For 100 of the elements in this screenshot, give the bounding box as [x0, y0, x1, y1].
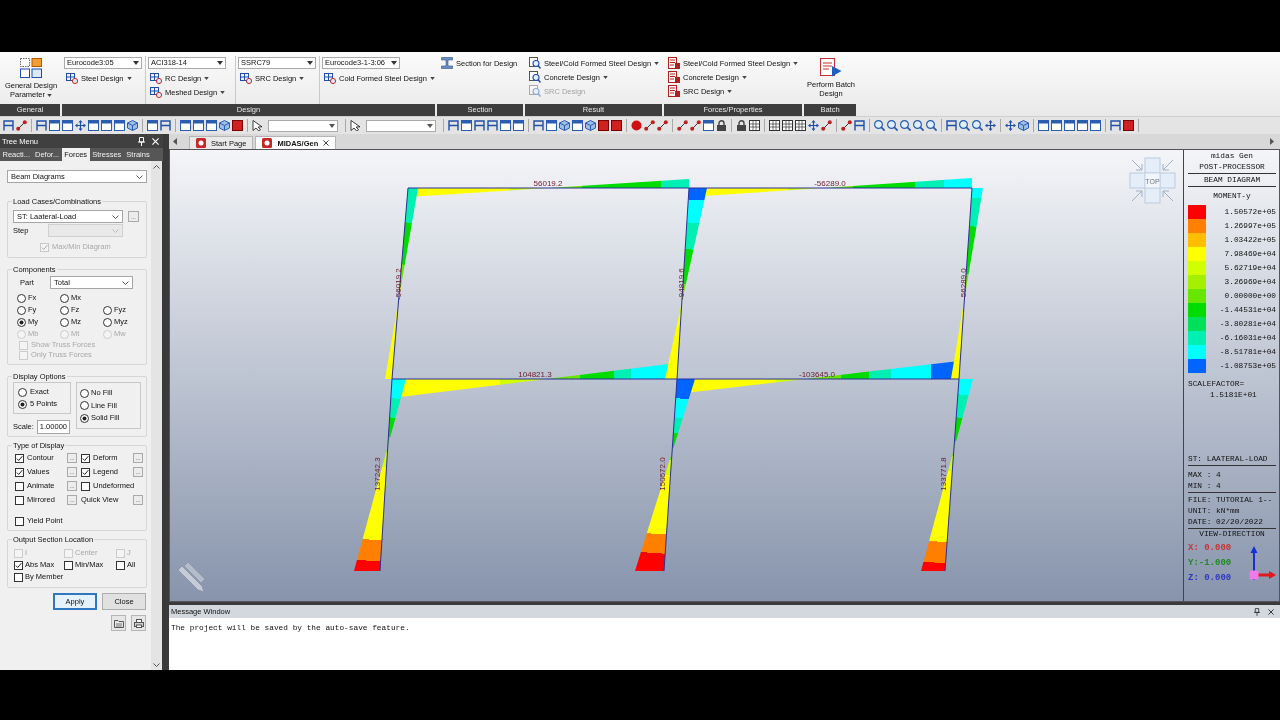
- arrow-down-icon[interactable]: [153, 663, 160, 667]
- cube-icon[interactable]: [127, 120, 138, 131]
- window-icon[interactable]: [1064, 120, 1075, 131]
- zoom-icon[interactable]: [926, 120, 937, 131]
- radio-button[interactable]: [17, 317, 26, 327]
- radio-button[interactable]: [80, 401, 89, 411]
- cube-icon[interactable]: [219, 120, 230, 131]
- window-icon[interactable]: [193, 120, 204, 131]
- lock-icon[interactable]: [736, 120, 747, 131]
- node-icon[interactable]: [821, 120, 832, 131]
- zoom-icon[interactable]: [913, 120, 924, 131]
- radio-button[interactable]: [103, 305, 112, 315]
- arrow-up-icon[interactable]: [153, 165, 160, 169]
- window-icon[interactable]: [1077, 120, 1088, 131]
- frame-icon[interactable]: [3, 120, 14, 131]
- print-button[interactable]: [131, 615, 146, 631]
- frame-icon[interactable]: [946, 120, 957, 131]
- checkbox[interactable]: [81, 453, 90, 463]
- zoom-icon[interactable]: [874, 120, 885, 131]
- dot-icon[interactable]: [631, 120, 642, 131]
- folder-button[interactable]: [111, 615, 126, 631]
- window-icon[interactable]: [1051, 120, 1062, 131]
- window-icon[interactable]: [180, 120, 191, 131]
- frame-icon[interactable]: [1110, 120, 1121, 131]
- checkbox[interactable]: [81, 467, 90, 477]
- arrow-left-icon[interactable]: [173, 138, 177, 145]
- frame-icon[interactable]: [487, 120, 498, 131]
- node-icon[interactable]: [690, 120, 701, 131]
- checkbox[interactable]: [14, 572, 23, 582]
- node-icon[interactable]: [841, 120, 852, 131]
- frame-icon: [66, 72, 78, 84]
- node-icon[interactable]: [677, 120, 688, 131]
- node-icon[interactable]: [644, 120, 655, 131]
- frame-icon[interactable]: [854, 120, 865, 131]
- window-icon[interactable]: [461, 120, 472, 131]
- radio-button[interactable]: [17, 305, 26, 315]
- cursor-icon[interactable]: [252, 120, 263, 131]
- close-icon[interactable]: [323, 140, 330, 146]
- checkbox[interactable]: [15, 467, 24, 477]
- zoom-icon[interactable]: [900, 120, 911, 131]
- move-icon[interactable]: [985, 120, 996, 131]
- checkbox[interactable]: [64, 560, 73, 570]
- grid-icon[interactable]: [782, 120, 793, 131]
- grid-icon[interactable]: [795, 120, 806, 131]
- move-icon[interactable]: [808, 120, 819, 131]
- window-icon[interactable]: [1090, 120, 1101, 131]
- lock-icon[interactable]: [716, 120, 727, 131]
- window-icon[interactable]: [500, 120, 511, 131]
- checkbox[interactable]: [15, 516, 24, 526]
- node-icon[interactable]: [16, 120, 27, 131]
- radio-button[interactable]: [17, 293, 26, 303]
- window-icon[interactable]: [1038, 120, 1049, 131]
- arrow-right-icon[interactable]: [1270, 138, 1274, 145]
- zoom-icon[interactable]: [972, 120, 983, 131]
- close-icon[interactable]: [1268, 608, 1274, 615]
- grid-icon[interactable]: [769, 120, 780, 131]
- window-icon[interactable]: [206, 120, 217, 131]
- window-icon[interactable]: [572, 120, 583, 131]
- window-icon[interactable]: [546, 120, 557, 131]
- scrollbar[interactable]: [151, 161, 162, 670]
- move-icon[interactable]: [75, 120, 86, 131]
- radio-button[interactable]: [60, 317, 69, 327]
- checkbox[interactable]: [116, 560, 125, 570]
- pin-icon[interactable]: [1254, 607, 1260, 616]
- checkbox[interactable]: [81, 481, 90, 491]
- window-icon[interactable]: [114, 120, 125, 131]
- window-icon[interactable]: [513, 120, 524, 131]
- window-icon[interactable]: [49, 120, 60, 131]
- window-icon[interactable]: [88, 120, 99, 131]
- zoom-icon[interactable]: [959, 120, 970, 131]
- checkbox[interactable]: [15, 453, 24, 463]
- cube-icon[interactable]: [1018, 120, 1029, 131]
- window-icon[interactable]: [62, 120, 73, 131]
- frame-icon[interactable]: [533, 120, 544, 131]
- checkbox[interactable]: [15, 481, 24, 491]
- cube-icon[interactable]: [585, 120, 596, 131]
- radio-button[interactable]: [18, 399, 27, 409]
- moment-value: -56019.2: [394, 268, 403, 300]
- radio-button[interactable]: [60, 305, 69, 315]
- radio-button[interactable]: [60, 293, 69, 303]
- cursor-icon[interactable]: [350, 120, 361, 131]
- frame-icon[interactable]: [160, 120, 171, 131]
- zoom-icon[interactable]: [887, 120, 898, 131]
- frame-icon[interactable]: [448, 120, 459, 131]
- checkbox[interactable]: [14, 560, 23, 570]
- window-icon[interactable]: [147, 120, 158, 131]
- document-icon: [668, 85, 680, 97]
- node-icon[interactable]: [657, 120, 668, 131]
- grid-icon[interactable]: [749, 120, 760, 131]
- window-icon[interactable]: [101, 120, 112, 131]
- window-icon[interactable]: [703, 120, 714, 131]
- radio-button[interactable]: [80, 413, 89, 423]
- radio-button[interactable]: [103, 317, 112, 327]
- cube-icon[interactable]: [559, 120, 570, 131]
- frame-icon[interactable]: [36, 120, 47, 131]
- frame-icon[interactable]: [474, 120, 485, 131]
- radio-button[interactable]: [18, 387, 27, 397]
- radio-button[interactable]: [80, 388, 89, 398]
- move-icon[interactable]: [1005, 120, 1016, 131]
- checkbox[interactable]: [15, 495, 24, 505]
